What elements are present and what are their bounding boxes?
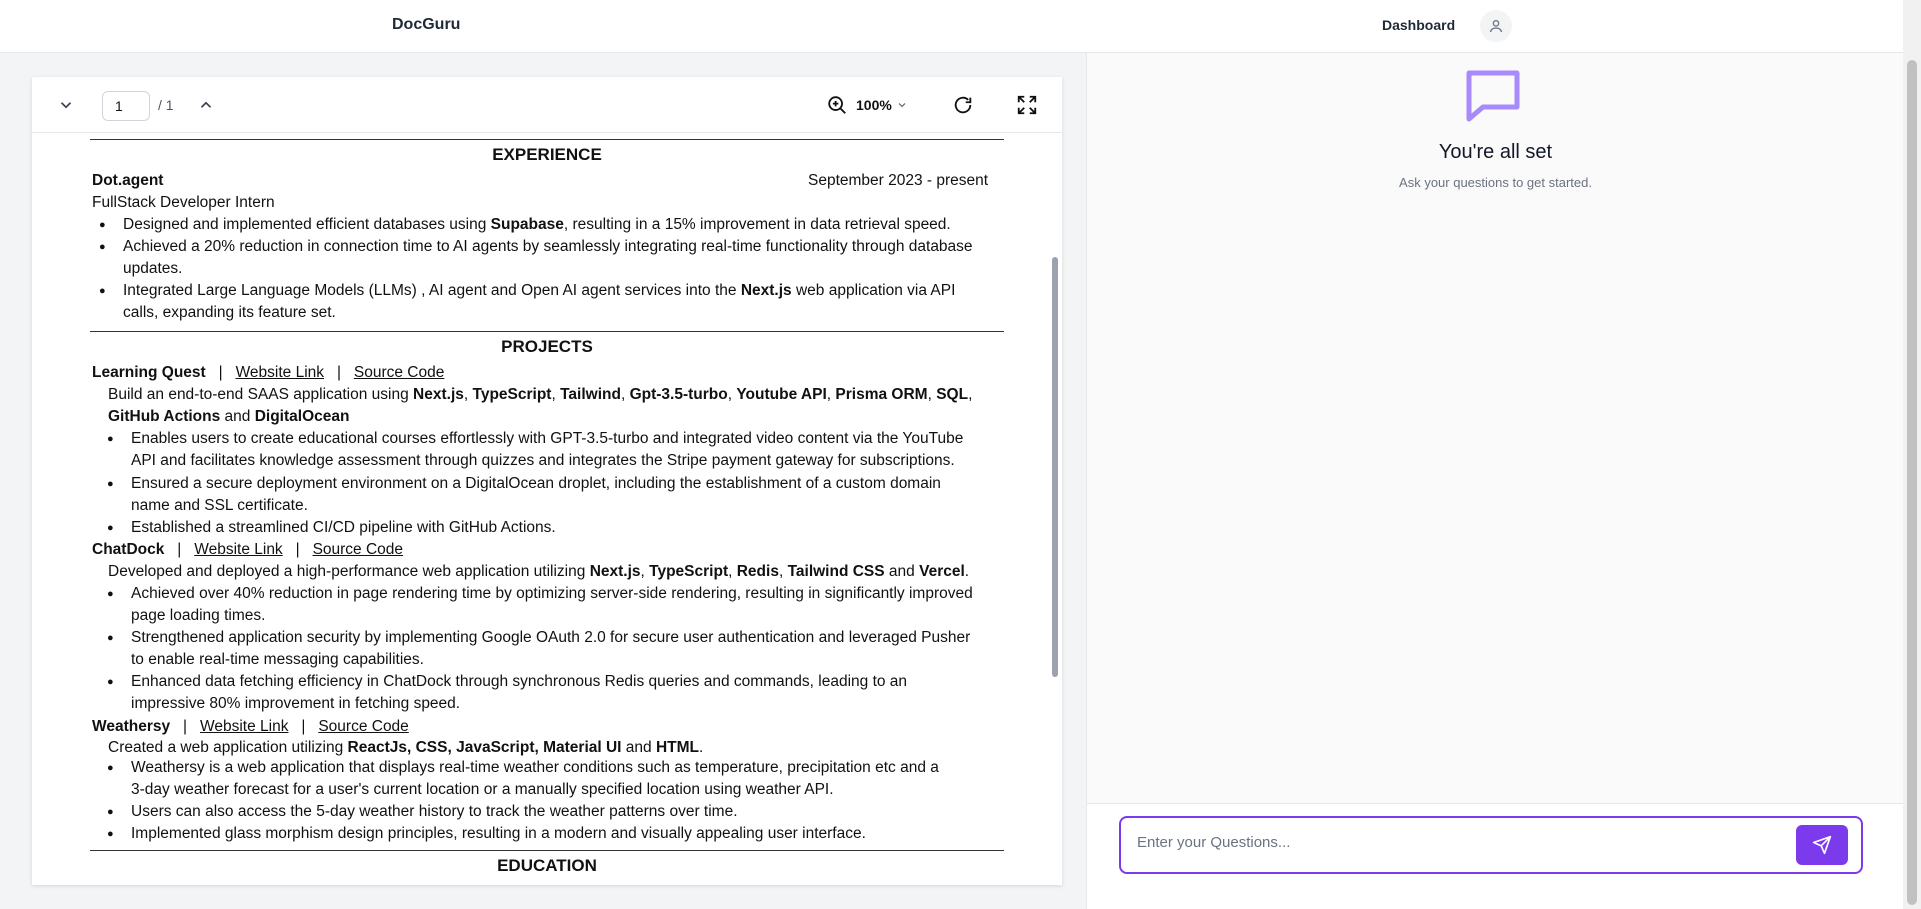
page-scrollbar[interactable] [1903,0,1921,909]
nav-dashboard-link[interactable]: Dashboard [1382,17,1455,33]
projects-heading: PROJECTS [501,337,593,356]
project-description-cont: GitHub Actions and DigitalOcean [108,408,350,425]
section-rule [90,139,1004,140]
rotate-button[interactable] [948,91,978,119]
list-item: Weathersy is a web application that disp… [107,757,939,779]
document-scrollbar[interactable] [1052,257,1058,677]
source-code-link[interactable]: Source Code [318,718,408,735]
website-link[interactable]: Website Link [236,364,324,381]
page-number-input[interactable]: 1 [102,91,150,121]
education-heading: EDUCATION [497,856,597,875]
empty-state-subtitle: Ask your questions to get started. [1399,175,1592,190]
list-item: Integrated Large Language Models (LLMs) … [99,280,955,302]
job-dates: September 2023 - present [808,172,989,189]
list-item-cont: to enable real-time messaging capabiliti… [131,651,424,668]
list-item: Enhanced data fetching efficiency in Cha… [107,671,907,693]
top-navbar: DocGuru Dashboard [0,0,1903,53]
resume-document: EXPERIENCE Dot.agent September 2023 - pr… [32,134,1046,885]
zoom-button[interactable] [822,91,852,119]
chat-bubble-icon [1463,67,1523,130]
rotate-icon [954,96,972,114]
prev-page-button[interactable] [52,91,80,119]
source-code-link[interactable]: Source Code [313,541,403,558]
website-link[interactable]: Website Link [194,541,282,558]
list-item-cont: API and facilitates knowledge assessment… [131,452,955,469]
list-item: Achieved a 20% reduction in connection t… [99,236,973,258]
list-item-cont: page loading times. [131,607,266,624]
empty-state-title: You're all set [1438,141,1553,163]
user-avatar[interactable] [1480,10,1512,42]
company-name: Dot.agent [92,172,164,189]
project-description: Build an end-to-end SAAS application usi… [108,386,973,403]
chat-input-bar [1087,803,1904,909]
zoom-in-icon [828,96,846,114]
user-icon [1490,20,1502,33]
chat-pane: You're all set Ask your questions to get… [1086,53,1904,909]
section-rule [90,331,1004,332]
source-code-link[interactable]: Source Code [354,364,444,381]
list-item-cont: name and SSL certificate. [131,497,308,514]
send-icon [1812,835,1832,855]
list-item-cont: impressive 80% improvement in fetching s… [131,695,461,712]
chevron-down-icon [60,102,72,109]
chevron-up-icon [200,101,212,108]
list-item: Implemented glass morphism design princi… [107,823,866,845]
experience-heading: EXPERIENCE [492,145,602,164]
next-page-button[interactable] [192,91,220,119]
list-item: Users can also access the 5-day weather … [107,801,737,823]
list-item-cont: 3-day weather forecast for a user's curr… [131,781,834,798]
page-scrollbar-thumb[interactable] [1907,60,1917,905]
project-name: ChatDock [92,541,165,558]
project-name: Weathersy [92,718,171,735]
pdf-toolbar: 1 / 1 100% [32,77,1062,133]
send-button[interactable] [1796,825,1848,865]
website-link[interactable]: Website Link [200,718,288,735]
chat-input-wrapper [1119,816,1863,874]
project-description: Developed and deployed a high-performanc… [108,563,970,580]
question-input[interactable] [1137,834,1777,851]
list-item: Ensured a secure deployment environment … [107,473,941,495]
project-title-row: Learning Quest | Website Link | Source C… [92,364,445,381]
list-item: Enables users to create educational cour… [107,428,963,450]
list-item-cont: calls, expanding its feature set. [123,304,336,321]
pdf-viewer: 1 / 1 100% EXPERIENCE Dot.agent Septembe… [32,77,1062,885]
section-rule [90,850,1004,851]
list-item: Achieved over 40% reduction in page rend… [107,583,973,605]
brand-logo[interactable]: DocGuru [392,16,460,34]
page-total: / 1 [158,97,174,113]
list-item: Strengthened application security by imp… [107,627,970,649]
list-item: Designed and implemented efficient datab… [99,214,951,236]
job-role: FullStack Developer Intern [92,194,275,211]
fullscreen-icon [1017,95,1037,115]
project-title-row: Weathersy | Website Link | Source Code [92,718,409,735]
project-description: Created a web application utilizing Reac… [108,739,704,756]
pdf-pane: 1 / 1 100% EXPERIENCE Dot.agent Septembe… [0,53,1086,909]
zoom-level[interactable]: 100% [856,97,892,113]
fullscreen-button[interactable] [1012,91,1042,119]
project-title-row: ChatDock | Website Link | Source Code [92,541,404,558]
list-item-cont: updates. [123,260,183,277]
list-item: Established a streamlined CI/CD pipeline… [107,517,556,539]
project-name: Learning Quest [92,364,206,381]
chevron-down-icon [898,103,906,108]
zoom-dropdown[interactable] [894,95,910,115]
